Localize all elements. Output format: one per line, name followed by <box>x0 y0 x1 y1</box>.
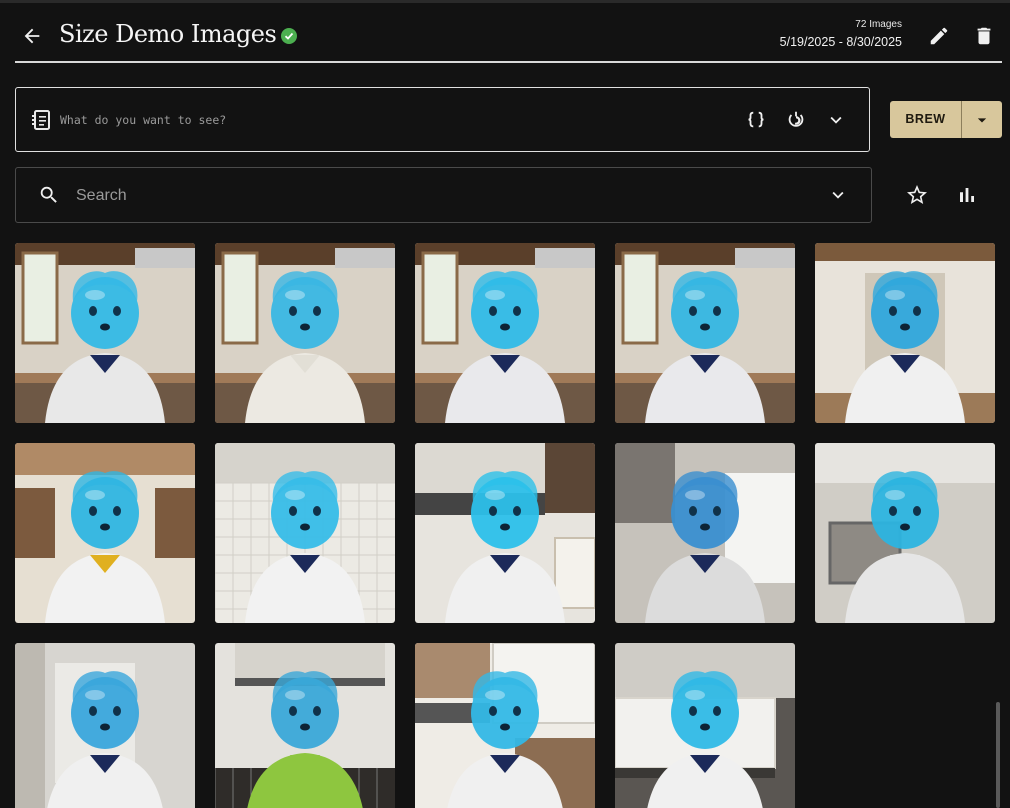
brew-options-button[interactable] <box>962 101 1002 138</box>
thumbnail-artwork <box>815 443 995 623</box>
pencil-icon[interactable] <box>928 25 950 47</box>
thumbnail-artwork <box>15 443 195 623</box>
thumbnail-artwork <box>615 443 795 623</box>
brew-split-button: BREW <box>890 101 1002 138</box>
search-bar <box>15 167 872 223</box>
thumbnail-artwork <box>415 243 595 423</box>
gallery-image[interactable] <box>215 243 395 423</box>
thumbnail-artwork <box>615 643 795 808</box>
gallery-image[interactable] <box>415 243 595 423</box>
thumbnail-artwork <box>815 243 995 423</box>
page-title: Size Demo Images <box>59 20 277 48</box>
gallery-image[interactable] <box>15 243 195 423</box>
notepad-icon <box>32 110 50 130</box>
curly-braces-icon[interactable] <box>745 109 767 131</box>
check-circle-icon <box>281 28 297 44</box>
gallery-image[interactable] <box>15 643 195 808</box>
thumbnail-artwork <box>15 243 195 423</box>
thumbnail-artwork <box>415 443 595 623</box>
gallery-image[interactable] <box>215 443 395 623</box>
trash-icon[interactable] <box>973 25 995 47</box>
thumbnail-artwork <box>15 643 195 808</box>
search-input[interactable] <box>76 184 776 208</box>
caret-down-icon <box>977 118 987 123</box>
gallery-image[interactable] <box>615 643 795 808</box>
chevron-down-icon[interactable] <box>827 184 849 206</box>
collection-header: Size Demo Images 72 Images 5/19/2025 - 8… <box>15 3 1002 63</box>
thumbnail-artwork <box>215 243 395 423</box>
scrollbar-thumb[interactable] <box>996 702 1000 808</box>
thumbnail-artwork <box>215 443 395 623</box>
gallery-image[interactable] <box>415 443 595 623</box>
arrow-left-icon[interactable] <box>21 25 43 47</box>
brew-button[interactable]: BREW <box>890 101 961 138</box>
chevron-down-icon[interactable] <box>825 109 847 131</box>
search-icon <box>40 186 57 203</box>
gallery-image[interactable] <box>15 443 195 623</box>
gallery-image[interactable] <box>615 443 795 623</box>
gallery-image[interactable] <box>815 443 995 623</box>
gallery-image[interactable] <box>415 643 595 808</box>
bar-chart-icon[interactable] <box>955 183 979 207</box>
thumbnail-artwork <box>215 643 395 808</box>
date-range: 5/19/2025 - 8/30/2025 <box>779 35 902 49</box>
image-count: 72 Images <box>855 19 902 30</box>
thumbnail-artwork <box>615 243 795 423</box>
gallery-image[interactable] <box>815 243 995 423</box>
thumbnail-artwork <box>415 643 595 808</box>
swirl-icon[interactable] <box>785 109 807 131</box>
gallery-image[interactable] <box>215 643 395 808</box>
star-outline-icon[interactable] <box>905 183 929 207</box>
prompt-input[interactable] <box>60 108 700 132</box>
prompt-bar <box>15 87 870 152</box>
gallery-image[interactable] <box>615 243 795 423</box>
image-gallery <box>15 243 995 808</box>
